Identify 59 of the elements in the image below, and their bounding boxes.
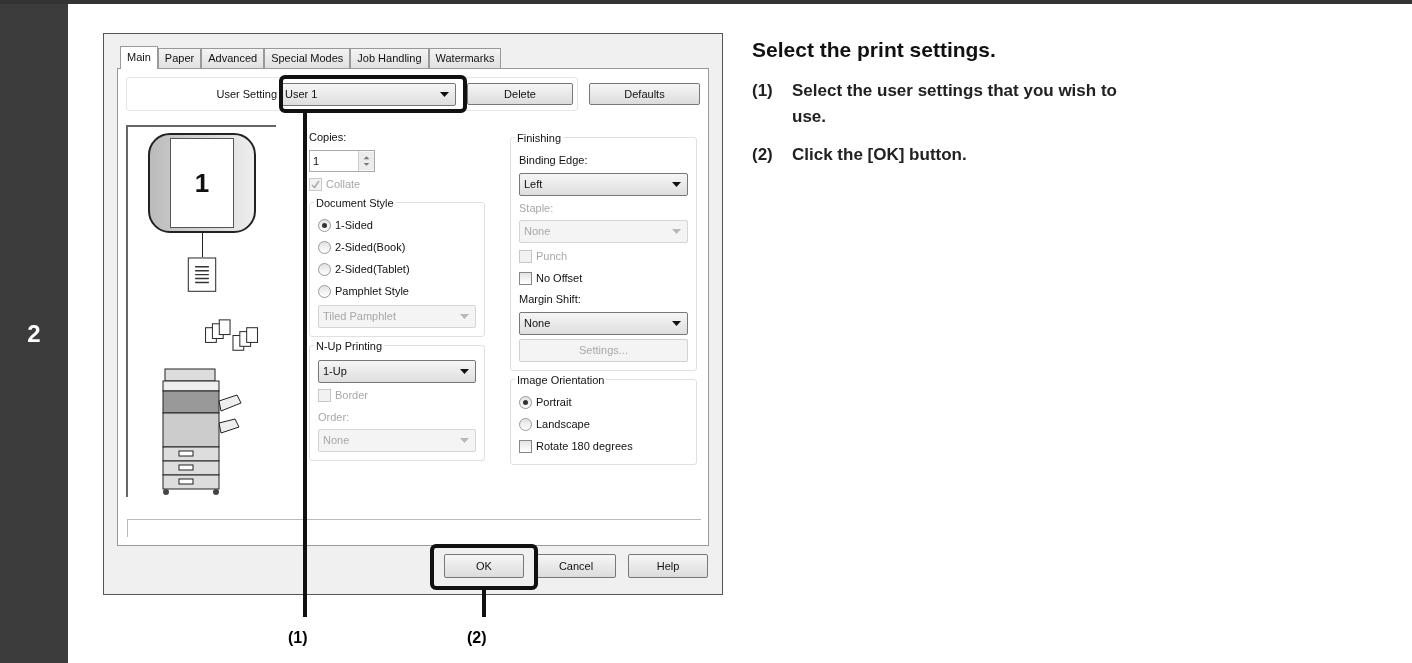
dropdown[interactable]: 1-Up	[318, 359, 476, 383]
field-label: Copies:	[309, 130, 348, 145]
radio-label: 2-Sided(Book)	[335, 240, 406, 256]
dropdown-arrow-icon	[672, 181, 681, 187]
user-setting-label: User Setting	[215, 86, 278, 102]
field-label: Order:	[318, 409, 351, 425]
defaults-button[interactable]: Defaults	[589, 83, 700, 105]
preview-page: 1	[170, 138, 234, 228]
delete-button[interactable]: Delete	[467, 83, 573, 105]
tab[interactable]: Main	[120, 46, 158, 69]
step-text: Click the [OK] button.	[792, 143, 968, 166]
checkbox-label: Rotate 180 degrees	[536, 439, 633, 455]
step-number: 2	[27, 318, 41, 349]
radio-button[interactable]	[519, 396, 532, 409]
radio-button[interactable]	[318, 241, 331, 254]
dropdown[interactable]: Left	[519, 172, 688, 196]
dropdown-arrow-icon	[672, 320, 681, 326]
radio-button[interactable]	[318, 219, 331, 232]
step-text: Select the user settings that you wish to use.	[792, 79, 1118, 128]
copies-spinner[interactable]: 1	[309, 149, 375, 172]
field-label: Margin Shift:	[519, 292, 582, 307]
dialog-button[interactable]: Help	[628, 554, 708, 578]
field-label: Binding Edge:	[519, 153, 589, 168]
callout-label: (1)	[288, 628, 308, 648]
radio-label: Pamphlet Style	[335, 284, 409, 300]
checkbox[interactable]	[519, 440, 532, 453]
dialog-button[interactable]: OK	[444, 554, 524, 578]
dropdown-arrow-icon	[460, 368, 469, 374]
radio-label: Portrait	[536, 395, 572, 411]
checkbox-label: Collate	[326, 177, 361, 193]
instruction-heading: Select the print settings.	[752, 37, 997, 63]
tab[interactable]: Advanced	[201, 48, 265, 68]
radio-button[interactable]	[519, 418, 532, 431]
tab[interactable]: Watermarks	[428, 48, 502, 68]
dropdown-arrow-icon	[440, 91, 449, 97]
check-icon	[311, 180, 320, 189]
radio-button[interactable]	[318, 285, 331, 298]
checkbox-label: Punch	[536, 248, 568, 264]
checkbox-label: No Offset	[536, 270, 583, 286]
spinner-arrows-icon	[358, 150, 374, 171]
checkbox[interactable]	[519, 271, 532, 285]
checkbox-label: Border	[335, 388, 369, 404]
dropdown-arrow-icon	[460, 438, 469, 443]
dropdown-arrow-icon	[672, 229, 681, 234]
callout-label: (2)	[467, 628, 487, 648]
tab[interactable]: Special Modes	[264, 48, 351, 68]
radio-label: Landscape	[536, 417, 590, 433]
dropdown-arrow-icon	[460, 313, 469, 319]
dropdown[interactable]: User 1	[280, 82, 456, 106]
dialog-button[interactable]: Cancel	[536, 554, 616, 578]
field-label: Staple:	[519, 200, 555, 216]
radio-label: 1-Sided	[335, 218, 373, 234]
radio-button[interactable]	[318, 263, 331, 276]
step-index: (2)	[752, 143, 774, 166]
dropdown[interactable]: None	[519, 311, 688, 335]
tab[interactable]: Job Handling	[350, 48, 429, 68]
tab[interactable]: Paper	[157, 48, 202, 68]
step-index: (1)	[752, 79, 774, 102]
radio-label: 2-Sided(Tablet)	[335, 262, 410, 278]
